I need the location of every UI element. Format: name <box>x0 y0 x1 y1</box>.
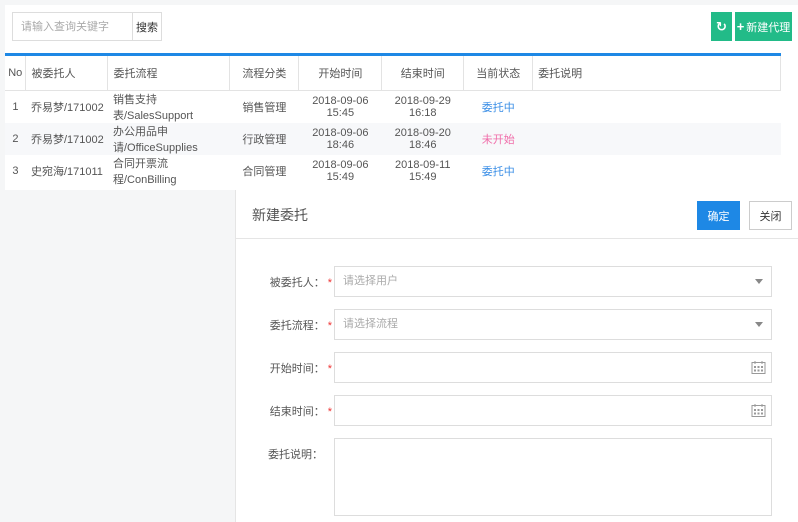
list-panel: 搜索 ↻ +新建代理 No 被委托人 委托流程 流程分类 开始时间 结束时间 当… <box>5 5 798 190</box>
col-flow: 委托流程 <box>107 54 231 91</box>
calendar-icon <box>751 361 766 374</box>
cell-person: 史宛海/171011 <box>30 166 103 178</box>
search-box: 搜索 <box>12 12 162 41</box>
col-category: 流程分类 <box>229 54 300 91</box>
col-status: 当前状态 <box>463 54 534 91</box>
cell-person: 乔易梦/171002 <box>25 123 108 155</box>
cell-flow: 办公用品申请/OfficeSupplies <box>107 123 230 155</box>
table-row[interactable]: 3 史宛海/171011 合同开票流程/ConBilling 合同管理 2018-09-… <box>5 155 781 187</box>
form-row-delegate-user: 被委托人： * 请选择用户 <box>236 266 798 297</box>
table-row[interactable]: 1 乔易梦/171002 销售支持表/SalesSupport 销售管理 2018-09… <box>5 91 781 124</box>
cell-start: 2018-09-06 15:45 <box>312 95 369 119</box>
search-button[interactable]: 搜索 <box>133 13 161 40</box>
plus-icon: + <box>736 19 745 34</box>
form-row-end-time: 结束时间： * <box>236 395 798 426</box>
col-no: No <box>5 54 27 91</box>
delegate-flow-select[interactable]: 请选择流程 <box>334 309 772 340</box>
delegate-user-label: 被委托人： * <box>269 277 332 289</box>
table-row[interactable]: 2 乔易梦/171002 办公用品申请/OfficeSupplies 行政管理 2018… <box>5 123 781 155</box>
cell-flow: 合同开票流程/ConBilling <box>112 158 177 186</box>
start-time-date-input[interactable] <box>334 352 772 383</box>
new-delegation-dialog: 新建委托 确定 关闭 被委托人： * 请选择用户委托流程： * 请选择流程开始时间： * 结… <box>235 190 798 522</box>
confirm-button[interactable]: 确定 <box>697 201 740 230</box>
delegation-table: No 被委托人 委托流程 流程分类 开始时间 结束时间 当前状态 委托说明 1乔… <box>5 53 781 187</box>
cell-end: 2018-09-11 15:49 <box>395 159 451 183</box>
cell-note <box>532 123 781 155</box>
col-person: 被委托人 <box>25 54 109 91</box>
required-mark: * <box>327 406 332 418</box>
placeholder: 请选择用户 <box>343 275 398 287</box>
cell-category: 行政管理 <box>229 123 299 155</box>
end-time-label: 结束时间： * <box>269 406 332 418</box>
description-textarea[interactable] <box>334 438 772 516</box>
cell-person: 乔易梦/171002 <box>30 102 104 114</box>
cell-no: 3 <box>12 165 19 177</box>
col-start: 开始时间 <box>298 54 383 91</box>
cell-note <box>533 155 781 187</box>
chevron-down-icon <box>755 279 763 284</box>
dialog-title: 新建委托 <box>252 207 308 223</box>
cell-flow: 销售支持表/SalesSupport <box>112 94 194 122</box>
cell-category: 销售管理 <box>242 102 287 114</box>
chevron-down-icon <box>755 322 763 327</box>
form-row-start-time: 开始时间： * <box>236 352 798 383</box>
new-delegate-label: 新建代理 <box>746 21 791 34</box>
col-end: 结束时间 <box>381 54 465 91</box>
close-button[interactable]: 关闭 <box>749 201 792 230</box>
delegate-user-select[interactable]: 请选择用户 <box>334 266 772 297</box>
cell-category: 合同管理 <box>242 166 287 178</box>
cell-status: 未开始 <box>463 123 533 155</box>
required-mark: * <box>327 363 332 375</box>
refresh-icon: ↻ <box>716 18 727 34</box>
cell-note <box>533 91 781 124</box>
cell-start: 2018-09-06 15:49 <box>312 159 369 183</box>
divider <box>236 238 798 239</box>
cell-status: 委托中 <box>481 102 515 114</box>
delegate-flow-label: 委托流程： * <box>269 320 332 332</box>
cell-status: 委托中 <box>481 166 515 178</box>
start-time-label: 开始时间： * <box>269 363 332 375</box>
form-row-description: 委托说明： <box>236 438 798 516</box>
col-note: 委托说明 <box>532 54 781 91</box>
required-mark: * <box>327 277 332 289</box>
cell-end: 2018-09-20 18:46 <box>381 123 464 155</box>
new-delegate-button[interactable]: + 新建代理 <box>735 12 792 41</box>
required-mark: * <box>327 320 332 332</box>
description-label: 委托说明： <box>268 449 323 461</box>
cell-start: 2018-09-06 18:46 <box>298 123 382 155</box>
cell-no: 1 <box>12 101 19 113</box>
refresh-button[interactable]: ↻ <box>711 12 732 41</box>
search-input[interactable] <box>13 13 133 40</box>
cell-end: 2018-09-29 16:18 <box>394 95 451 119</box>
form-row-delegate-flow: 委托流程： * 请选择流程 <box>236 309 798 340</box>
placeholder: 请选择流程 <box>343 318 398 330</box>
calendar-icon <box>751 404 766 417</box>
end-time-date-input[interactable] <box>334 395 772 426</box>
cell-no: 2 <box>5 123 26 155</box>
